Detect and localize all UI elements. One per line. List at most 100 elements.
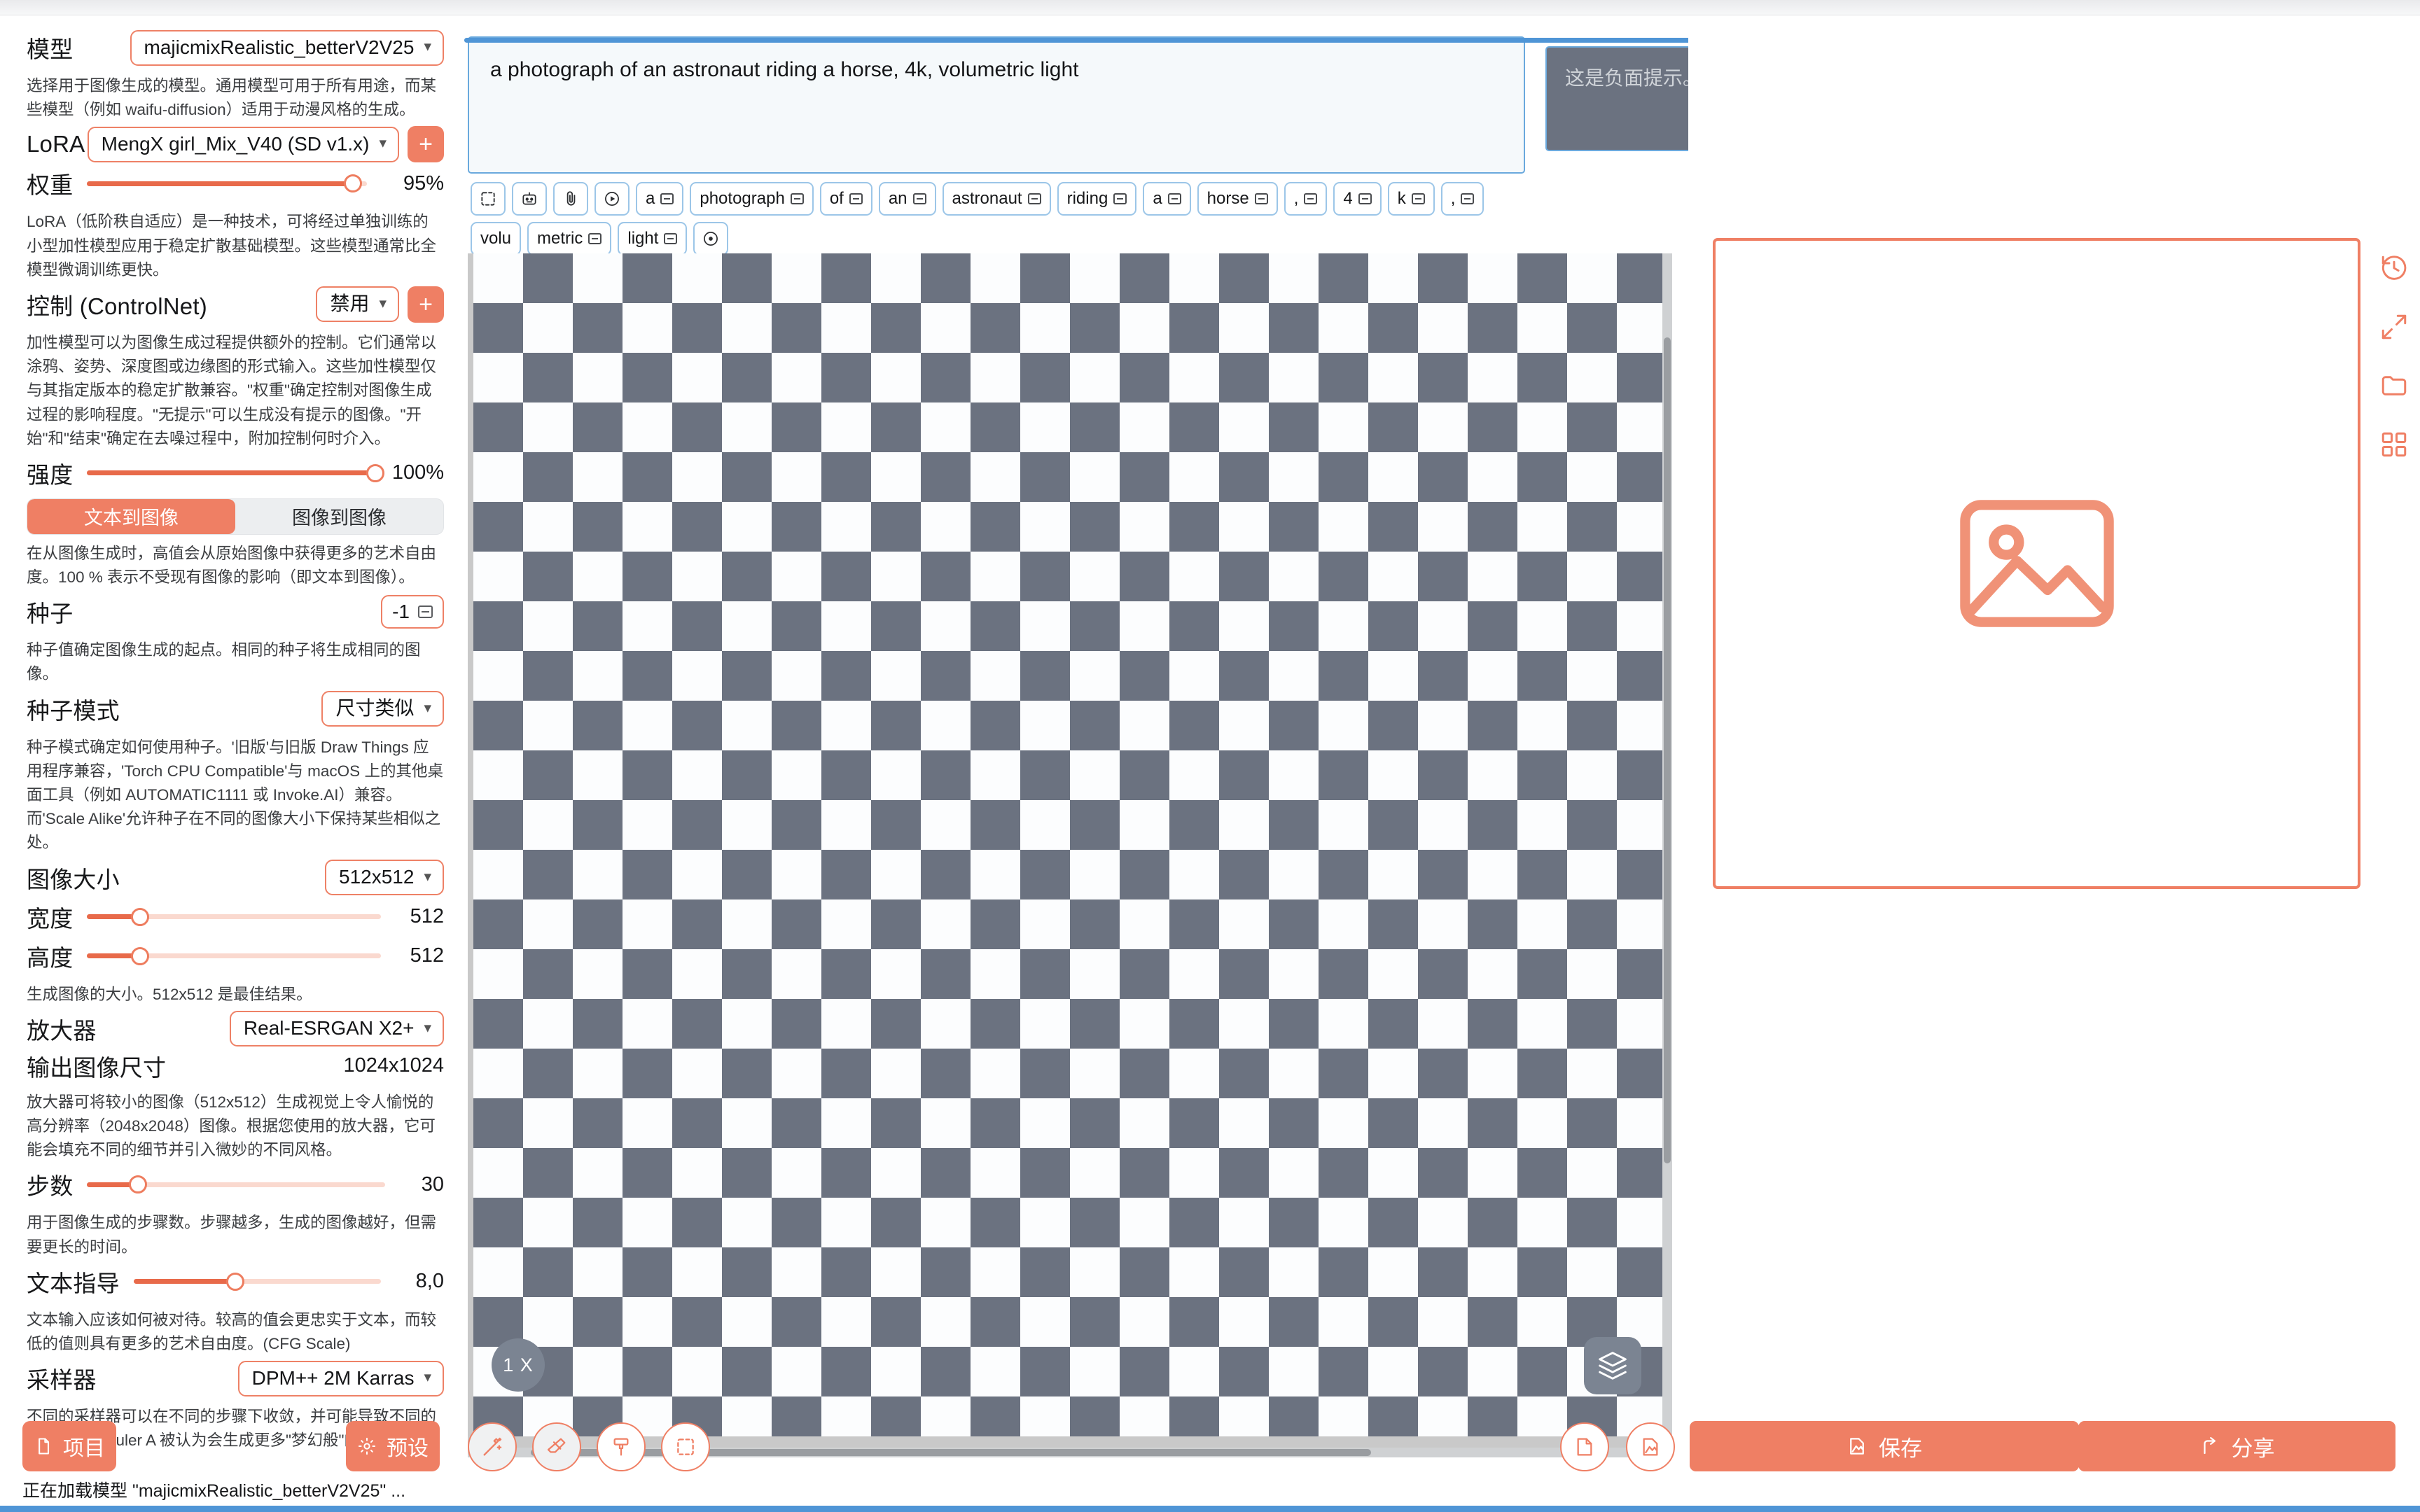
paperclip-icon [562, 190, 580, 208]
add-lora-button[interactable]: + [408, 126, 444, 163]
tab-image-to-image[interactable]: 图像到图像 [235, 499, 443, 534]
prompt-token[interactable]: metric [527, 222, 612, 255]
strength-value: 100% [391, 461, 444, 484]
strength-description: 在从图像生成时，高值会从原始图像中获得更多的艺术自由度。100 % 表示不受现有… [27, 544, 437, 587]
image-size-value: 512x512 [339, 866, 415, 888]
prompt-token[interactable]: an [878, 182, 936, 216]
grid-icon[interactable] [2379, 430, 2409, 459]
canvas-checkerboard[interactable] [473, 253, 1669, 1436]
brush-tool[interactable] [597, 1422, 646, 1471]
prompt-token[interactable]: horse [1197, 182, 1278, 216]
tab-text-to-image[interactable]: 文本到图像 [27, 498, 235, 534]
return-icon [1411, 193, 1425, 204]
prompt-token[interactable] [693, 222, 729, 255]
return-icon [849, 193, 863, 204]
lora-weight-slider[interactable] [87, 174, 367, 193]
file-icon [39, 1438, 50, 1455]
seed-mode-select[interactable]: 尺寸类似 ▾ [321, 691, 444, 727]
prompt-token-label: k [1397, 189, 1406, 208]
prompt-token[interactable]: a [636, 182, 684, 216]
lora-label: LoRA [27, 131, 85, 158]
prompt-token-label: a [1153, 189, 1162, 208]
prompt-token[interactable]: k [1387, 182, 1435, 216]
prompt-token[interactable]: astronaut [942, 182, 1051, 216]
steps-slider[interactable] [87, 1175, 385, 1194]
guidance-slider[interactable] [133, 1272, 381, 1291]
save-icon [1850, 1438, 1864, 1455]
save-button[interactable]: 保存 [1690, 1421, 2079, 1471]
prompt-token-label: astronaut [952, 189, 1022, 208]
project-button[interactable]: 项目 [22, 1421, 116, 1471]
prompt-token[interactable]: volu [471, 222, 522, 255]
seed-input[interactable]: -1 [381, 595, 444, 629]
eraser-icon [547, 1438, 566, 1453]
preview-panel [1688, 15, 2420, 1449]
chevron-down-icon: ▾ [424, 868, 431, 885]
image-size-row: 图像大小 512x512 ▾ [27, 858, 444, 897]
steps-description: 用于图像生成的步骤数。步骤越多，生成的图像越好，但需要更长的时间。 [27, 1214, 437, 1256]
expand-icon[interactable] [2379, 312, 2409, 342]
robot-icon [520, 190, 538, 208]
prompt-token[interactable] [594, 182, 630, 216]
sampler-select[interactable]: DPM++ 2M Karras ▾ [237, 1360, 444, 1396]
note-tool[interactable] [1560, 1422, 1609, 1471]
prompt-token[interactable]: 4 [1333, 182, 1382, 216]
height-row: 高度 512 [27, 937, 444, 976]
preset-button[interactable]: 预设 [346, 1421, 440, 1471]
prompt-token[interactable]: riding [1057, 182, 1137, 216]
prompt-token[interactable]: light [618, 222, 688, 255]
image-file-tool[interactable] [1626, 1422, 1675, 1471]
prompt-token[interactable] [471, 182, 506, 216]
lora-controls: MengX girl_Mix_V40 (SD v1.x) ▾ + [87, 126, 444, 163]
layers-button[interactable] [1584, 1337, 1641, 1394]
prompt-token[interactable]: of [819, 182, 872, 216]
lora-select[interactable]: MengX girl_Mix_V40 (SD v1.x) ▾ [87, 126, 399, 162]
prompt-token[interactable]: , [1440, 182, 1484, 216]
marquee-tool[interactable] [661, 1422, 710, 1471]
folder-icon[interactable] [2379, 371, 2409, 400]
strength-slider[interactable] [87, 463, 384, 482]
return-icon [1304, 193, 1318, 204]
prompt-input[interactable]: a photograph of an astronaut riding a ho… [468, 36, 1525, 174]
prompt-token[interactable]: a [1143, 182, 1191, 216]
chevron-down-icon: ▾ [424, 1019, 431, 1036]
lora-description: LoRA（低阶秩自适应）是一种技术，可将经过单独训练的小型加性模型应用于稳定扩散… [27, 213, 437, 279]
image-size-description: 生成图像的大小。512x512 是最佳结果。 [27, 985, 312, 1003]
return-icon [660, 193, 674, 204]
progress-bar [0, 1506, 2420, 1512]
prompt-token[interactable]: , [1284, 182, 1328, 216]
zoom-level-button[interactable]: 1 X [492, 1338, 545, 1392]
share-button[interactable]: 分享 [2078, 1421, 2395, 1471]
prompt-token-label: of [829, 189, 844, 208]
prompt-token[interactable]: photograph [690, 182, 814, 216]
preview-toolbar [2379, 253, 2409, 459]
seed-mode-value: 尺寸类似 [335, 697, 415, 720]
sampler-label: 采样器 [27, 1367, 97, 1394]
steps-value: 30 [421, 1172, 444, 1196]
preset-button-label: 预设 [387, 1437, 429, 1460]
add-controlnet-button[interactable]: + [408, 286, 444, 323]
height-value: 512 [410, 944, 444, 967]
preview-placeholder[interactable] [1713, 238, 2360, 889]
magic-wand-tool[interactable] [468, 1422, 517, 1471]
controlnet-label: 控制 (ControlNet) [27, 293, 207, 319]
prompt-token-label: 4 [1343, 189, 1353, 208]
height-slider[interactable] [87, 946, 381, 965]
prompt-token[interactable] [512, 182, 547, 216]
controlnet-select[interactable]: 禁用 ▾ [316, 286, 399, 323]
history-icon[interactable] [2379, 253, 2409, 283]
upscaler-select[interactable]: Real-ESRGAN X2+ ▾ [229, 1011, 444, 1047]
eraser-tool[interactable] [532, 1422, 581, 1471]
canvas-host[interactable]: 1 X [468, 253, 1672, 1457]
width-slider[interactable] [87, 907, 381, 926]
prompt-token[interactable] [553, 182, 588, 216]
image-size-select[interactable]: 512x512 ▾ [325, 860, 444, 896]
return-icon [912, 193, 926, 204]
steps-row: 步数 30 [27, 1165, 444, 1204]
model-select[interactable]: majicmixRealistic_betterV2V25 ▾ [130, 29, 444, 66]
share-button-label: 分享 [2231, 1436, 2275, 1461]
project-button-label: 项目 [63, 1437, 105, 1460]
target-icon [702, 230, 720, 248]
lora-row: LoRA MengX girl_Mix_V40 (SD v1.x) ▾ + [27, 125, 444, 164]
canvas-scrollbar-vertical[interactable] [1662, 253, 1672, 1436]
